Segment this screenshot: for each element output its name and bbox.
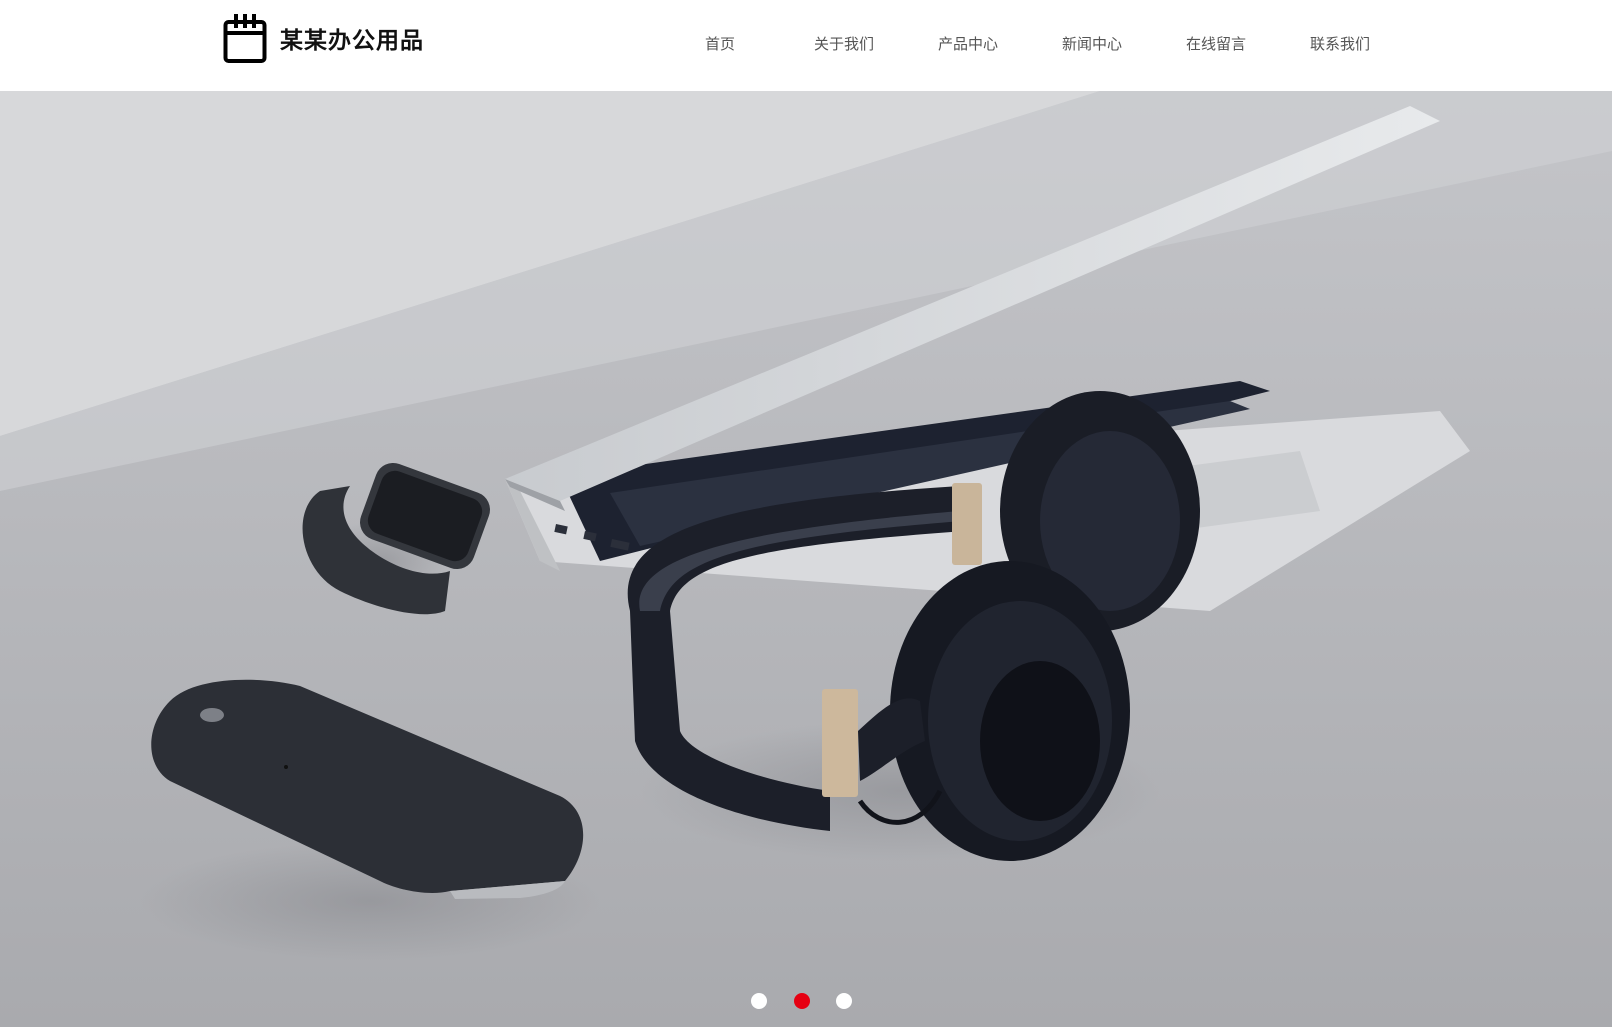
- site-header: 某某办公用品 首页 关于我们 产品中心 新闻中心 在线留言 联系我们: [0, 0, 1612, 91]
- nav-contact[interactable]: 联系我们: [1295, 33, 1385, 55]
- nav-news[interactable]: 新闻中心: [1047, 33, 1137, 55]
- carousel-dot-3[interactable]: [836, 993, 852, 1009]
- hero-banner[interactable]: [0, 91, 1612, 1027]
- carousel-dot-2[interactable]: [794, 993, 810, 1009]
- carousel-dots: [0, 993, 1612, 1011]
- carousel-dot-1[interactable]: [751, 993, 767, 1009]
- nav-home[interactable]: 首页: [675, 33, 765, 55]
- nav-about[interactable]: 关于我们: [799, 33, 889, 55]
- nav-products[interactable]: 产品中心: [923, 33, 1013, 55]
- main-nav: 首页 关于我们 产品中心 新闻中心 在线留言 联系我们: [0, 33, 1612, 57]
- nav-message[interactable]: 在线留言: [1171, 33, 1261, 55]
- hero-image: [0, 91, 1612, 1027]
